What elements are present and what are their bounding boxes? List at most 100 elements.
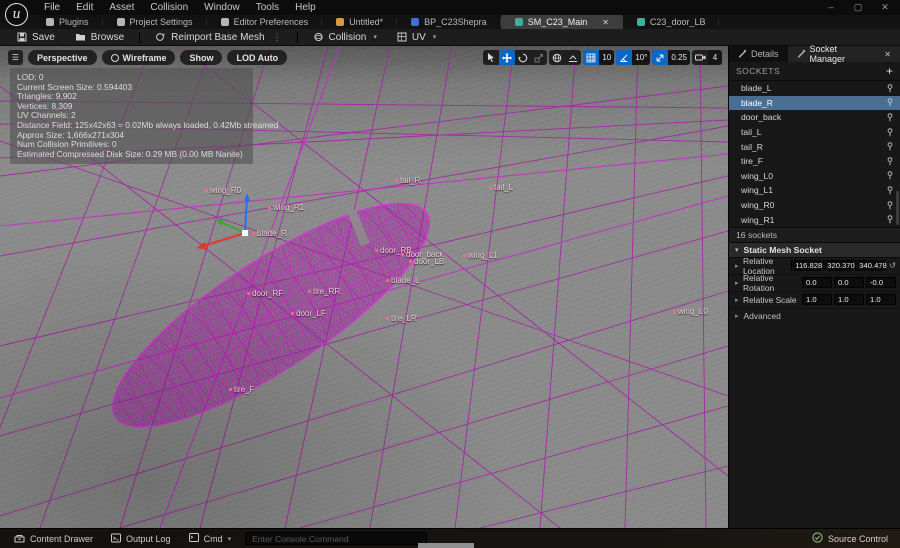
viewport-socket-label-tire_F[interactable]: tire_F	[229, 385, 254, 394]
value-field-z[interactable]: -0.0	[866, 277, 896, 288]
tab-bp-c23shepra[interactable]: BP_C23Shepra	[397, 15, 501, 29]
viewport-socket-label-wing_L1[interactable]: wing_L1	[463, 251, 498, 260]
menu-item-asset[interactable]: Asset	[101, 0, 142, 15]
add-socket-button[interactable]: +	[886, 66, 893, 76]
panel-tab-socket-manager[interactable]: Socket Manager✕	[788, 46, 900, 62]
scale-snap-toggle[interactable]	[652, 50, 668, 65]
menu-item-tools[interactable]: Tools	[248, 0, 287, 15]
maximize-button[interactable]: ▢	[853, 2, 863, 13]
socket-list-scrollbar[interactable]	[896, 191, 899, 225]
grid-snap-value[interactable]: 10	[599, 50, 614, 65]
grid-snap-toggle[interactable]	[583, 50, 599, 65]
value-field-z[interactable]: 340.478	[855, 260, 885, 271]
viewport-socket-label-blade_L[interactable]: blade_L	[386, 276, 419, 285]
tab-project-settings[interactable]: Project Settings	[103, 15, 207, 29]
socket-row-wing_L1[interactable]: wing_L1	[729, 183, 900, 198]
socket-row-tail_R[interactable]: tail_R	[729, 139, 900, 154]
tab-editor-preferences[interactable]: Editor Preferences	[207, 15, 323, 29]
socket-row-tire_F[interactable]: tire_F	[729, 154, 900, 169]
socket-row-wing_R0[interactable]: wing_R0	[729, 198, 900, 213]
value-field-x[interactable]: 116.828	[791, 260, 821, 271]
expand-icon[interactable]: ▸	[735, 296, 743, 304]
viewport-socket-label-door_LF[interactable]: door_LF	[291, 309, 326, 318]
menu-item-window[interactable]: Window	[196, 0, 248, 15]
scale-snap-value[interactable]: 0.25	[668, 50, 690, 65]
reimport-options-icon[interactable]: ⋮	[273, 32, 282, 43]
socket-row-wing_L0[interactable]: wing_L0	[729, 169, 900, 184]
menu-item-edit[interactable]: Edit	[68, 0, 101, 15]
viewport-pill-wireframe[interactable]: Wireframe	[102, 50, 176, 65]
browse-button[interactable]: Browse	[66, 29, 133, 46]
rotate-tool-button[interactable]	[515, 50, 531, 65]
viewport-socket-label-door_RF[interactable]: door_RF	[247, 289, 283, 298]
advanced-section[interactable]: ▸ Advanced	[729, 309, 900, 324]
viewport-pill-lod-auto[interactable]: LOD Auto	[227, 50, 287, 65]
content-drawer-button[interactable]: Content Drawer	[6, 529, 101, 548]
socket-row-blade_L[interactable]: blade_L	[729, 81, 900, 96]
viewport-socket-label-wing_R1[interactable]: wing_R1	[268, 203, 304, 212]
tab-divider	[718, 18, 719, 26]
reimport-base-mesh-button[interactable]: Reimport Base Mesh ⋮	[146, 29, 290, 46]
cmd-button[interactable]: Cmd ▾	[181, 529, 240, 548]
rotation-snap-value[interactable]: 10°	[632, 50, 650, 65]
viewport-3d[interactable]: ☰ Perspective Wireframe Show LOD Auto LOD: …	[0, 46, 728, 528]
camera-speed-value[interactable]: 4	[708, 50, 722, 65]
value-field-z[interactable]: 1.0	[866, 294, 896, 305]
console-command-input[interactable]: Enter Console Command	[245, 532, 427, 545]
tab-close-icon[interactable]: ✕	[884, 50, 891, 59]
tab-sm-c23-main[interactable]: SM_C23_Main✕	[501, 15, 623, 29]
value-field-x[interactable]: 1.0	[802, 294, 832, 305]
socket-row-blade_R[interactable]: blade_R	[729, 96, 900, 111]
expand-icon[interactable]: ▸	[735, 262, 743, 270]
value-field-y[interactable]: 320.370	[823, 260, 853, 271]
viewport-socket-label-tail_R[interactable]: tail_R	[395, 176, 420, 185]
socket-row-door_back[interactable]: door_back	[729, 110, 900, 125]
value-field-x[interactable]: 0.0	[802, 277, 832, 288]
collision-menu-button[interactable]: Collision ▾	[304, 29, 386, 46]
camera-speed-button[interactable]	[692, 50, 708, 65]
viewport-pill-show[interactable]: Show	[180, 50, 222, 65]
socket-row-tail_L[interactable]: tail_L	[729, 125, 900, 140]
bottom-scrollbar[interactable]	[418, 543, 474, 548]
viewport-menu-icon[interactable]: ☰	[8, 50, 23, 65]
tab-c23-door-lb[interactable]: C23_door_LB	[623, 15, 720, 29]
viewport-socket-label-tire_LR[interactable]: tire_LR	[386, 314, 417, 323]
save-button[interactable]: Save	[8, 29, 64, 46]
tab-untitled-[interactable]: Untitled*	[322, 15, 397, 29]
viewport-socket-label-blade_R[interactable]: blade_R	[252, 229, 287, 238]
viewport-socket-label-wing_L0[interactable]: wing_L0	[673, 307, 708, 316]
viewport-socket-label-wing_R0[interactable]: wing_R0	[205, 186, 241, 195]
value-field-y[interactable]: 1.0	[834, 294, 864, 305]
uv-menu-button[interactable]: UV ▾	[388, 29, 445, 46]
menu-item-help[interactable]: Help	[287, 0, 324, 15]
viewport-socket-label-tire_RR[interactable]: tire_RR	[308, 287, 340, 296]
output-log-button[interactable]: Output Log	[103, 529, 179, 548]
rotation-snap-toggle[interactable]	[616, 50, 632, 65]
move-tool-button[interactable]	[499, 50, 515, 65]
minimize-button[interactable]: –	[826, 2, 836, 13]
panel-tab-details[interactable]: Details	[729, 46, 788, 62]
collision-label: Collision	[329, 32, 367, 43]
reset-to-default-icon[interactable]: ↺	[889, 261, 896, 270]
socket-row-wing_R1[interactable]: wing_R1	[729, 212, 900, 227]
source-control-status-icon	[812, 532, 823, 545]
close-button[interactable]: ✕	[880, 2, 890, 13]
menu-item-file[interactable]: File	[36, 0, 68, 15]
source-control-button[interactable]: Source Control	[812, 532, 894, 545]
socket-pin-icon	[886, 84, 894, 93]
menu-item-collision[interactable]: Collision	[142, 0, 196, 15]
tab-close-icon[interactable]: ✕	[602, 18, 609, 27]
viewport-socket-label-tail_L[interactable]: tail_L	[489, 183, 513, 192]
tab-label: Plugins	[59, 17, 89, 27]
expand-icon[interactable]: ▸	[735, 279, 743, 287]
select-tool-button[interactable]	[483, 50, 499, 65]
world-space-toggle[interactable]	[549, 50, 565, 65]
viewport-socket-label-door_LB[interactable]: door_LB	[409, 257, 444, 266]
scale-tool-button[interactable]	[531, 50, 547, 65]
value-field-y[interactable]: 0.0	[834, 277, 864, 288]
surface-snap-toggle[interactable]	[565, 50, 581, 65]
viewport-pill-perspective[interactable]: Perspective	[28, 50, 97, 65]
tab-plugins[interactable]: Plugins	[32, 15, 103, 29]
mesh-stats-overlay: LOD: 0Current Screen Size: 0.594403Trian…	[10, 68, 253, 164]
uv-label: UV	[412, 32, 426, 43]
